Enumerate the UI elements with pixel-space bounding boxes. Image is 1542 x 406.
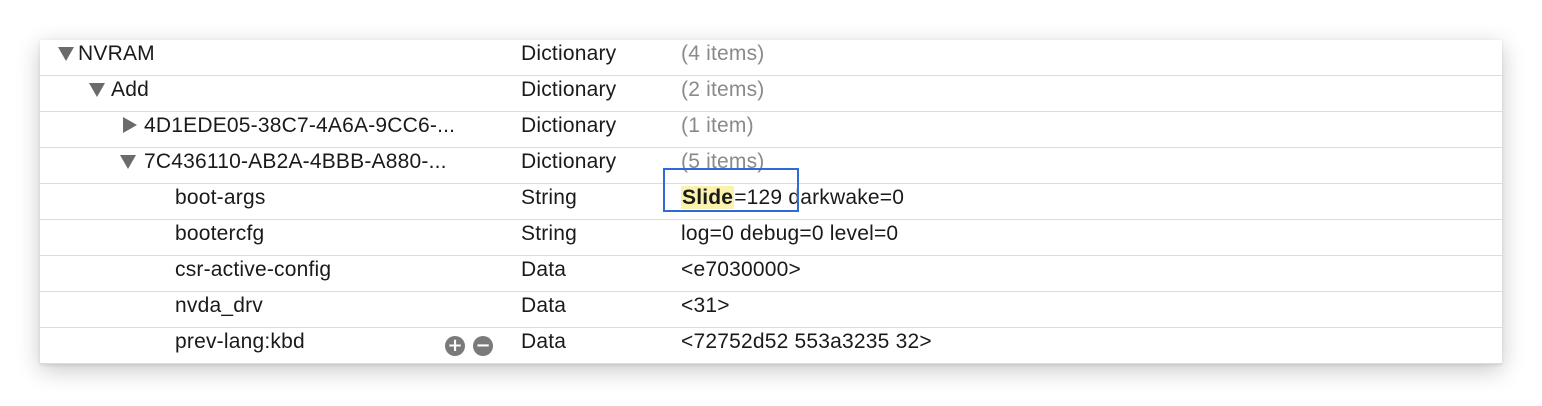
plist-row-prev-lang-kbd[interactable]: prev-lang:kbd + − Data <72752d52 553a323… xyxy=(40,328,1502,364)
selection-highlight-box xyxy=(663,168,799,212)
disclosure-expanded-icon[interactable] xyxy=(120,155,136,169)
plist-row-add[interactable]: Add Dictionary (2 items) xyxy=(40,76,1502,112)
row-key: bootercfg xyxy=(175,222,265,245)
row-type[interactable]: Data xyxy=(521,292,566,327)
row-value[interactable]: <e7030000> xyxy=(681,256,801,291)
plist-row-nvda-drv[interactable]: nvda_drv Data <31> xyxy=(40,292,1502,328)
row-key: 7C436110-AB2A-4BBB-A880-... xyxy=(144,150,447,173)
row-value: (4 items) xyxy=(681,42,765,65)
minus-circle-icon[interactable]: − xyxy=(473,336,493,356)
disclosure-expanded-icon[interactable] xyxy=(89,83,105,97)
row-value: (2 items) xyxy=(681,78,765,101)
row-type[interactable]: String xyxy=(521,220,577,255)
row-key: NVRAM xyxy=(78,42,155,65)
disclosure-expanded-icon[interactable] xyxy=(58,47,74,61)
row-key: csr-active-config xyxy=(175,258,332,281)
plus-circle-icon[interactable]: + xyxy=(445,336,465,356)
plist-row-bootercfg[interactable]: bootercfg String log=0 debug=0 level=0 xyxy=(40,220,1502,256)
row-type[interactable]: Dictionary xyxy=(521,148,616,183)
row-key: nvda_drv xyxy=(175,294,263,317)
row-value[interactable]: <72752d52 553a3235 32> xyxy=(681,328,932,363)
row-type[interactable]: Data xyxy=(521,328,566,363)
row-value: (1 item) xyxy=(681,114,754,137)
plist-row-4d1ede05[interactable]: 4D1EDE05-38C7-4A6A-9CC6-... Dictionary (… xyxy=(40,112,1502,148)
row-key: Add xyxy=(111,78,149,101)
row-key: prev-lang:kbd xyxy=(175,330,305,353)
plist-row-nvram[interactable]: NVRAM Dictionary (4 items) xyxy=(40,40,1502,76)
row-key: boot-args xyxy=(175,186,266,209)
row-type[interactable]: String xyxy=(521,184,577,219)
disclosure-collapsed-icon[interactable] xyxy=(123,117,137,133)
row-value[interactable]: log=0 debug=0 level=0 xyxy=(681,220,898,255)
row-type[interactable]: Dictionary xyxy=(521,40,616,75)
row-type[interactable]: Dictionary xyxy=(521,112,616,147)
plist-editor-table: NVRAM Dictionary (4 items) Add Dictionar… xyxy=(40,40,1502,364)
row-type[interactable]: Dictionary xyxy=(521,76,616,111)
row-key: 4D1EDE05-38C7-4A6A-9CC6-... xyxy=(144,114,456,137)
row-type[interactable]: Data xyxy=(521,256,566,291)
plist-row-csr-active-config[interactable]: csr-active-config Data <e7030000> xyxy=(40,256,1502,292)
row-value[interactable]: <31> xyxy=(681,292,730,327)
